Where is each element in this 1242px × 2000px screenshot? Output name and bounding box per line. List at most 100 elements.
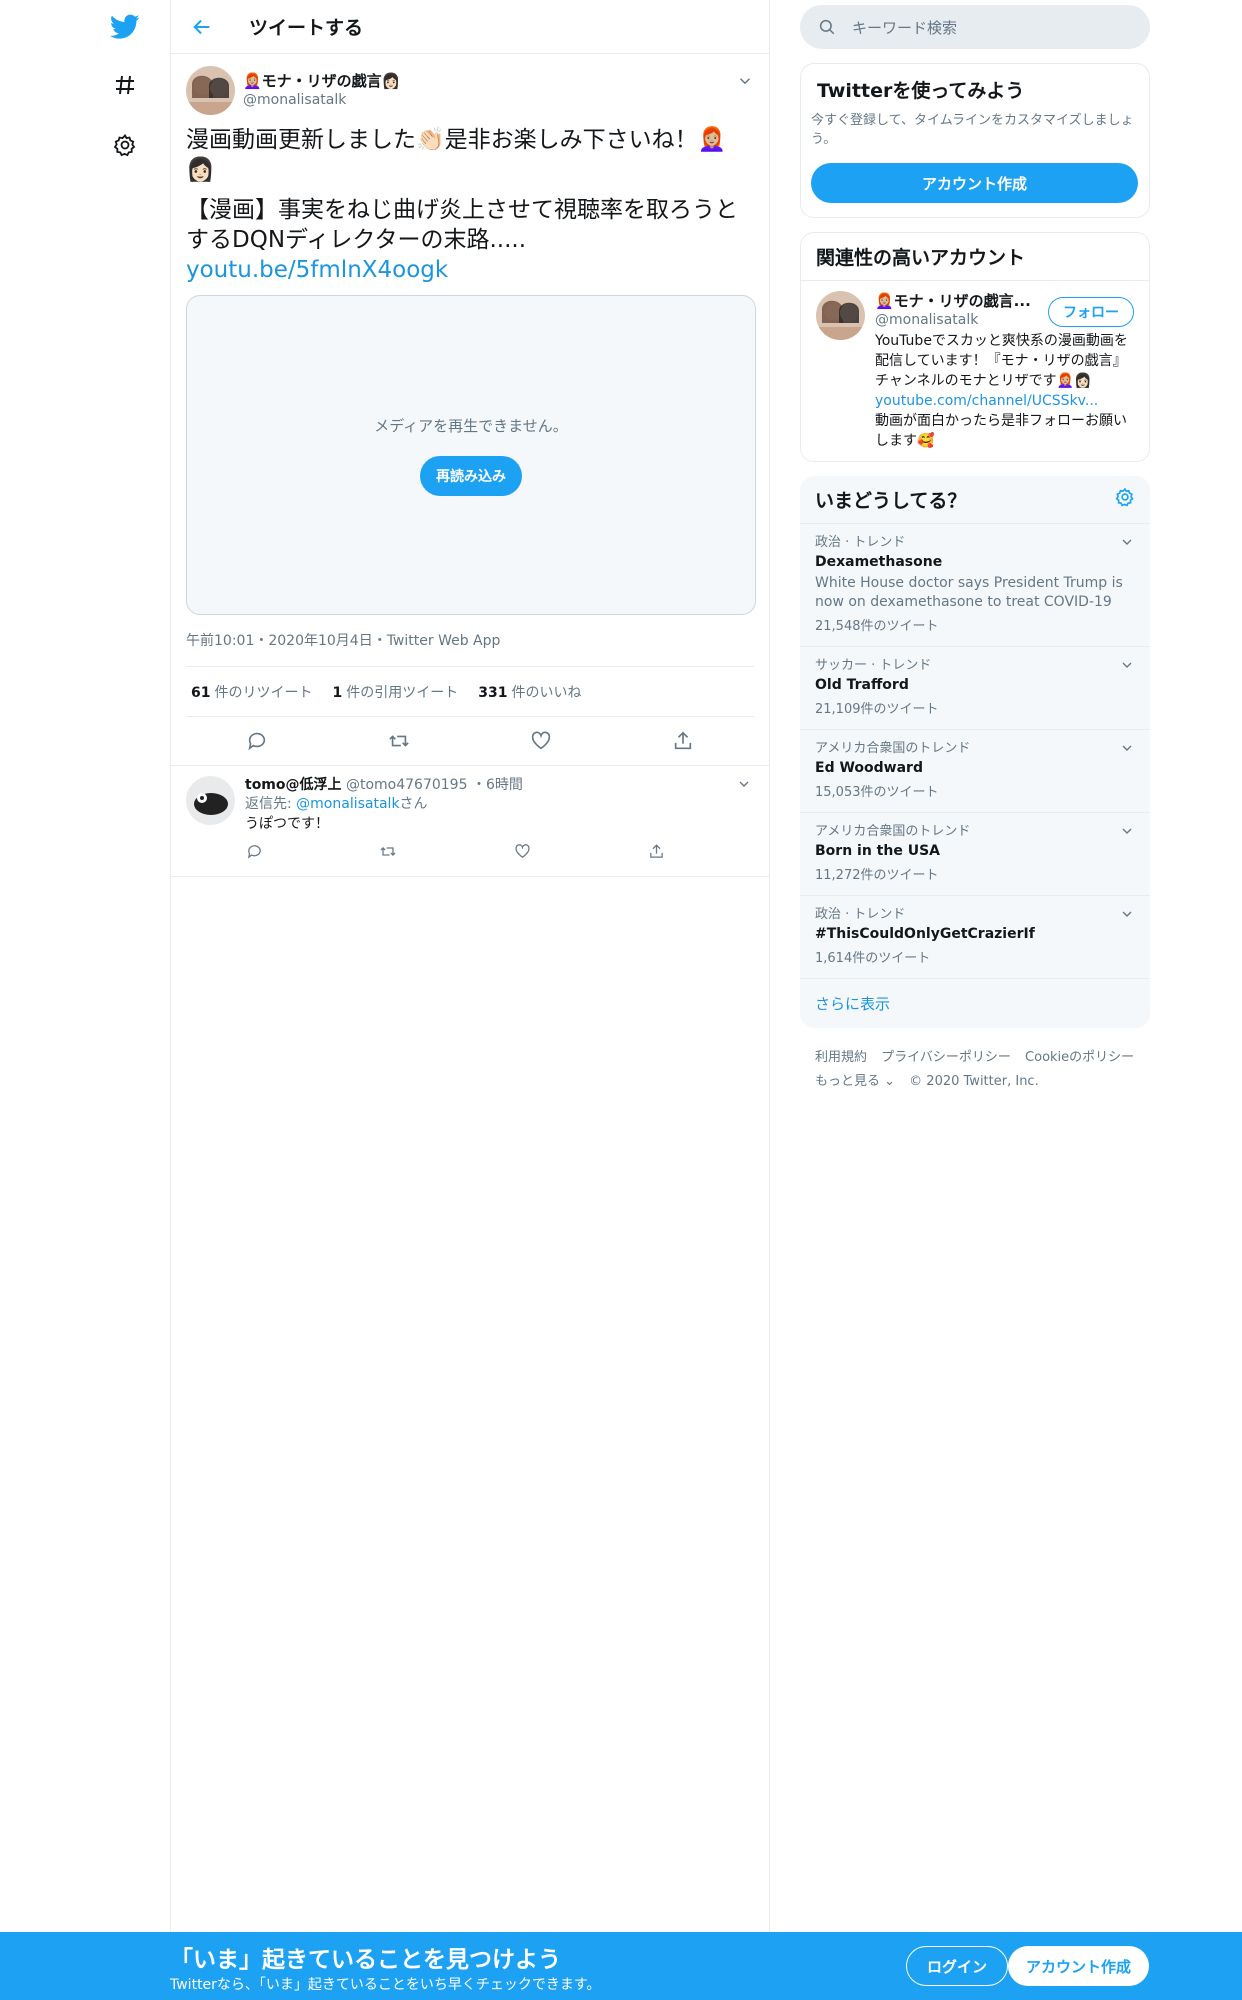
copyright: © 2020 Twitter, Inc. (909, 1074, 1039, 1089)
reply-tweet[interactable]: tomo@低浮上 @tomo47670195 ・6時間 返信先: @monali… (171, 765, 769, 877)
login-button[interactable]: ログイン (906, 1946, 1009, 1986)
chevron-down-icon[interactable] (736, 776, 754, 794)
signup-description: 今すぐ登録して、タイムラインをカスタマイズしましょう。 (811, 113, 1134, 147)
account-name[interactable]: 👩🏼‍🦰モナ・リザの戯言... (875, 291, 1035, 311)
author-handle[interactable]: @monalisatalk (243, 91, 400, 109)
page-header: ツイートする (171, 0, 769, 54)
trends-card: いまどうしてる？ 政治 · トレンド Dexamethasone White H… (800, 476, 1150, 1028)
trend-item[interactable]: 政治 · トレンド Dexamethasone White House doct… (800, 524, 1150, 647)
quotes-stat[interactable]: 1 件の引用ツイート (332, 682, 458, 702)
tweet-author[interactable]: 👩🏼‍🦰モナ・リザの戯言👩🏻 @monalisatalk (186, 66, 754, 115)
main-tweet: 👩🏼‍🦰モナ・リザの戯言👩🏻 @monalisatalk 漫画動画更新しました👏… (171, 54, 769, 765)
related-accounts-card: 関連性の高いアカウント 👩🏼‍🦰モナ・リザの戯言... @monalisatal… (800, 232, 1150, 462)
reply-author-name[interactable]: tomo@低浮上 (245, 777, 342, 793)
trend-context: サッカー · トレンド (815, 658, 932, 673)
chevron-down-icon[interactable] (1119, 740, 1135, 756)
retweet-icon[interactable] (387, 729, 411, 753)
trend-name: Old Trafford (815, 677, 909, 693)
related-accounts-title: 関連性の高いアカウント (801, 233, 1149, 281)
search-placeholder: キーワード検索 (852, 18, 958, 37)
trend-name: Born in the USA (815, 843, 940, 859)
page-title: ツイートする (249, 17, 364, 39)
create-account-button[interactable]: アカウント作成 (811, 163, 1138, 203)
tweet-link[interactable]: youtu.be/5fmlnX4oogk (186, 255, 754, 285)
show-more-link[interactable]: さらに表示 (800, 979, 1150, 1028)
tweet-text-line2: 【漫画】事実をねじ曲げ炎上させて視聴率を取ろうとするDQNディレクターの末路..… (186, 197, 738, 253)
tweet-actions (186, 717, 754, 765)
reply-icon[interactable] (245, 729, 269, 753)
reply-header: tomo@低浮上 @tomo47670195 ・6時間 (245, 776, 745, 794)
chevron-down-icon[interactable] (736, 72, 754, 90)
search-icon (818, 17, 838, 37)
trends-title: いまどうしてる？ (815, 490, 967, 512)
trend-count: 21,109件のツイート (815, 702, 939, 717)
trend-name: #ThisCouldOnlyGetCrazierIf (815, 926, 1035, 942)
signup-button[interactable]: アカウント作成 (1008, 1946, 1150, 1986)
main-column: ツイートする 👩🏼‍🦰モナ・リザの戯言👩🏻 @monalisatalk 漫画動画… (170, 0, 770, 1932)
left-navigation (0, 0, 170, 2000)
media-player: メディアを再生できません。 再読み込み (186, 295, 756, 615)
right-sidebar: キーワード検索 Twitterを使ってみよう 今すぐ登録して、タイムラインをカス… (800, 0, 1150, 1094)
reply-icon[interactable] (245, 842, 263, 860)
account-bio-link[interactable]: youtube.com/channel/UCSSkv... (875, 393, 1098, 409)
twitter-bird-icon[interactable] (108, 10, 142, 44)
privacy-link[interactable]: プライバシーポリシー (881, 1050, 1011, 1065)
heart-icon[interactable] (513, 842, 531, 860)
avatar[interactable] (186, 776, 235, 825)
trend-item[interactable]: アメリカ合衆国のトレンド Ed Woodward 15,053件のツイート (800, 730, 1150, 813)
search-input[interactable]: キーワード検索 (800, 5, 1150, 49)
avatar[interactable] (186, 66, 235, 115)
terms-link[interactable]: 利用規約 (815, 1050, 867, 1065)
banner-subtitle: Twitterなら、「いま」起きていることをいち早くチェックできます。 (170, 1977, 601, 1993)
settings-gear-icon[interactable] (1115, 487, 1135, 512)
banner-title: 「いま」起きていることを見つけよう (170, 1947, 561, 1973)
follow-button[interactable]: フォロー (1048, 297, 1134, 327)
reply-actions (245, 842, 665, 860)
tweet-stats: 61 件のリツイート 1 件の引用ツイート 331 件のいいね (186, 667, 754, 717)
trend-description: White House doctor says President Trump … (815, 575, 1123, 610)
retweets-stat[interactable]: 61 件のリツイート (191, 682, 312, 702)
chevron-down-icon[interactable] (1119, 657, 1135, 673)
share-icon[interactable] (647, 842, 665, 860)
reply-time[interactable]: ・6時間 (472, 777, 523, 793)
tweet-timestamp[interactable]: 午前10:01・2020年10月4日・Twitter Web App (186, 629, 754, 667)
trend-count: 15,053件のツイート (815, 785, 939, 800)
trend-context: 政治 · トレンド (815, 535, 906, 550)
chevron-down-icon[interactable] (1119, 534, 1135, 550)
footer-links: 利用規約 プライバシーポリシー Cookieのポリシー もっと見る ⌄ © 20… (800, 1046, 1150, 1094)
chevron-down-icon[interactable] (1119, 906, 1135, 922)
trend-name: Ed Woodward (815, 760, 923, 776)
reply-to-link[interactable]: @monalisatalk (296, 796, 399, 812)
reply-text: うぽつです！ (245, 816, 329, 832)
trend-item[interactable]: サッカー · トレンド Old Trafford 21,109件のツイート (800, 647, 1150, 730)
trend-item[interactable]: アメリカ合衆国のトレンド Born in the USA 11,272件のツイー… (800, 813, 1150, 896)
cookie-link[interactable]: Cookieのポリシー (1025, 1050, 1134, 1065)
trend-item[interactable]: 政治 · トレンド #ThisCouldOnlyGetCrazierIf 1,6… (800, 896, 1150, 979)
more-link[interactable]: もっと見る ⌄ (815, 1074, 895, 1089)
reply-author-handle[interactable]: @tomo47670195 (346, 777, 468, 793)
reply-to-line: 返信先: @monalisatalkさん (245, 796, 428, 812)
tweet-text-line1: 漫画動画更新しました👏🏻是非お楽しみ下さいね！👩🏼‍🦰👩🏻 (186, 127, 727, 183)
gear-icon[interactable] (108, 128, 142, 162)
related-account[interactable]: 👩🏼‍🦰モナ・リザの戯言... @monalisatalk YouTubeでスカ… (801, 281, 1149, 461)
signup-card: Twitterを使ってみよう 今すぐ登録して、タイムラインをカスタマイズしましょ… (800, 63, 1150, 218)
chevron-down-icon[interactable] (1119, 823, 1135, 839)
account-bio: YouTubeでスカッと爽快系の漫画動画を配信しています！『モナ・リザの戯言』チ… (875, 333, 1128, 449)
trend-context: アメリカ合衆国のトレンド (815, 741, 971, 756)
trend-context: アメリカ合衆国のトレンド (815, 824, 971, 839)
trend-count: 21,548件のツイート (815, 619, 939, 634)
trend-count: 1,614件のツイート (815, 951, 931, 966)
hashtag-icon[interactable] (108, 68, 142, 102)
heart-icon[interactable] (529, 729, 553, 753)
avatar[interactable] (816, 291, 865, 340)
author-name[interactable]: 👩🏼‍🦰モナ・リザの戯言👩🏻 (243, 72, 400, 91)
signup-banner: 「いま」起きていることを見つけよう Twitterなら、「いま」起きていることを… (0, 1932, 1242, 2000)
signup-title: Twitterを使ってみよう (817, 80, 1025, 102)
trend-context: 政治 · トレンド (815, 907, 906, 922)
back-arrow-icon[interactable] (185, 10, 219, 44)
retweet-icon[interactable] (379, 842, 397, 860)
share-icon[interactable] (671, 729, 695, 753)
likes-stat[interactable]: 331 件のいいね (478, 682, 581, 702)
reload-button[interactable]: 再読み込み (420, 455, 522, 496)
trend-name: Dexamethasone (815, 554, 943, 570)
